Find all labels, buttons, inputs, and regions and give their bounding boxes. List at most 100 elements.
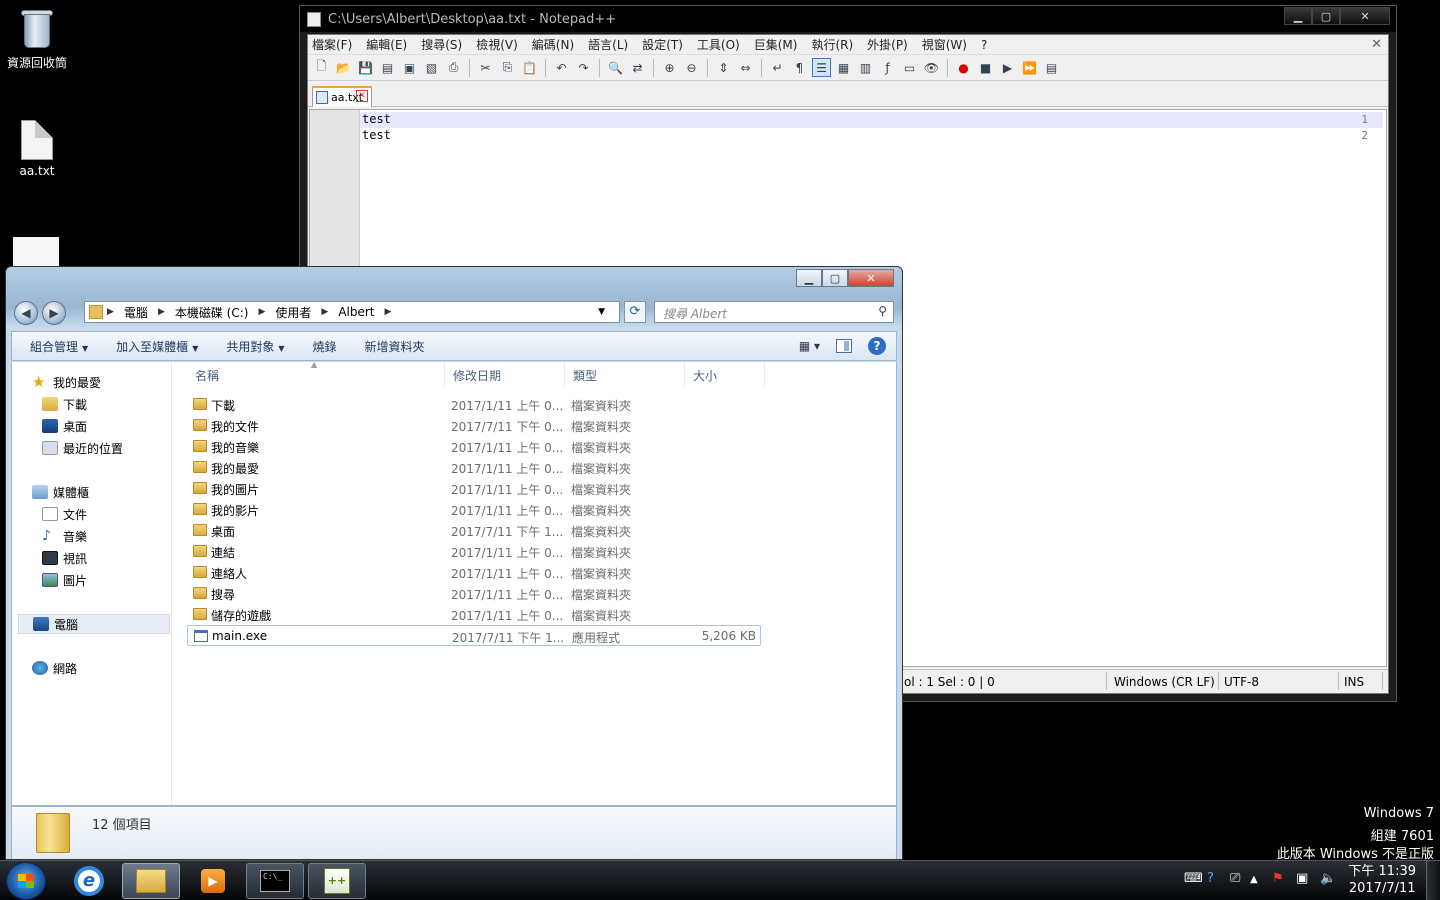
file-row-videos[interactable]: 我的影片 2017/1/11 上午 0... 檔案資料夾	[187, 499, 761, 520]
function-list-icon[interactable]: ƒ	[878, 58, 897, 77]
file-row-main-exe[interactable]: main.exe 2017/7/11 下午 1... 應用程式 5,206 KB	[187, 625, 761, 646]
breadcrumb-arrow-icon[interactable]: ▶	[258, 307, 265, 317]
file-row-searches[interactable]: 搜尋 2017/1/11 上午 0... 檔案資料夾	[187, 583, 761, 604]
help-icon[interactable]: ?	[1207, 871, 1214, 886]
close-document-icon[interactable]: ✕	[1371, 37, 1382, 52]
menu-macro[interactable]: 巨集(M)	[754, 36, 798, 53]
monitoring-icon[interactable]: 👁	[922, 58, 941, 77]
sync-vertical-icon[interactable]: ⇕	[714, 58, 733, 77]
tab-aa-txt[interactable]: aa.txt ✕	[312, 86, 372, 107]
save-icon[interactable]: 💾	[356, 58, 375, 77]
menu-plugins[interactable]: 外掛(P)	[867, 36, 908, 53]
new-file-icon[interactable]: 🗋	[312, 58, 331, 77]
nav-desktop[interactable]: 桌面	[42, 416, 87, 436]
open-file-icon[interactable]: 📂	[334, 58, 353, 77]
menu-tools[interactable]: 工具(O)	[697, 36, 740, 53]
display-icon[interactable]: ⎚	[1230, 871, 1240, 886]
breadcrumb-drive[interactable]: 本機磁碟 (C:)	[175, 304, 249, 321]
notepad-title-bar[interactable]: C:\Users\Albert\Desktop\aa.txt - Notepad…	[300, 6, 1396, 32]
nav-documents[interactable]: 文件	[42, 504, 87, 524]
include-in-library-button[interactable]: 加入至媒體櫃 ▼	[116, 338, 198, 355]
close-button[interactable]: ✕	[1340, 7, 1390, 25]
preview-pane-icon[interactable]	[836, 339, 852, 353]
replace-icon[interactable]: ⇄	[628, 58, 647, 77]
maximize-button[interactable]: ▢	[1312, 7, 1340, 25]
save-all-icon[interactable]: ▤	[378, 58, 397, 77]
volume-icon[interactable]: 🔈	[1320, 871, 1336, 886]
paste-icon[interactable]: 📋	[520, 58, 539, 77]
nav-videos[interactable]: 視訊	[42, 548, 87, 568]
minimize-button[interactable]: ▁	[1284, 7, 1312, 25]
sync-horizontal-icon[interactable]: ⇔	[736, 58, 755, 77]
back-icon[interactable]: ◀	[14, 301, 38, 325]
breadcrumb-arrow-icon[interactable]: ▶	[107, 307, 114, 317]
file-row-saved-games[interactable]: 儲存的遊戲 2017/1/11 上午 0... 檔案資料夾	[187, 604, 761, 625]
nav-libraries[interactable]: 媒體櫃	[32, 482, 89, 502]
burn-button[interactable]: 燒錄	[313, 338, 337, 355]
file-row-favorites[interactable]: 我的最愛 2017/1/11 上午 0... 檔案資料夾	[187, 457, 761, 478]
stop-macro-icon[interactable]: ■	[976, 58, 995, 77]
breadcrumb-arrow-icon[interactable]: ▶	[385, 307, 392, 317]
taskbar-media-player[interactable]: ▶	[184, 863, 242, 899]
taskbar-notepad-plus-plus[interactable]: ++	[308, 863, 366, 899]
close-button[interactable]: ✕	[848, 269, 894, 287]
show-hidden-icons-icon[interactable]: ▲	[1250, 874, 1258, 885]
share-with-button[interactable]: 共用對象 ▼	[226, 338, 284, 355]
run-macro-multiple-icon[interactable]: ⏩	[1020, 58, 1039, 77]
find-icon[interactable]: 🔍	[606, 58, 625, 77]
change-view-icon[interactable]: ▦ ▾	[799, 339, 820, 353]
folder-workspace-icon[interactable]: ▭	[900, 58, 919, 77]
file-row-pictures[interactable]: 我的圖片 2017/1/11 上午 0... 檔案資料夾	[187, 478, 761, 499]
nav-pictures[interactable]: 圖片	[42, 570, 87, 590]
redo-icon[interactable]: ↷	[574, 58, 593, 77]
search-input[interactable]: 搜尋 Albert ⚲	[654, 301, 894, 323]
file-row-downloads[interactable]: 下載 2017/1/11 上午 0... 檔案資料夾	[187, 394, 761, 415]
print-icon[interactable]: ⎙	[444, 58, 463, 77]
copy-icon[interactable]: ⎘	[498, 58, 517, 77]
code-line[interactable]: test	[362, 112, 391, 126]
address-bar[interactable]: ▶ 電腦 ▶ 本機磁碟 (C:) ▶ 使用者 ▶ Albert ▶ ▼	[84, 301, 620, 323]
close-all-icon[interactable]: ▧	[422, 58, 441, 77]
desktop-icon-aa-txt[interactable]: aa.txt	[0, 120, 74, 178]
forward-icon[interactable]: ▶	[42, 301, 66, 325]
taskbar-explorer[interactable]	[122, 863, 180, 899]
keyboard-icon[interactable]: ⌨	[1184, 871, 1203, 886]
nav-network[interactable]: 網路	[32, 658, 77, 678]
file-row-links[interactable]: 連結 2017/1/11 上午 0... 檔案資料夾	[187, 541, 761, 562]
nav-downloads[interactable]: 下載	[42, 394, 87, 414]
undo-icon[interactable]: ↶	[552, 58, 571, 77]
zoom-out-icon[interactable]: ⊖	[682, 58, 701, 77]
system-clock[interactable]: 下午 11:39 2017/7/11	[1348, 863, 1416, 897]
help-icon[interactable]: ?	[868, 337, 886, 355]
tab-close-icon[interactable]: ✕	[356, 90, 368, 102]
zoom-in-icon[interactable]: ⊕	[660, 58, 679, 77]
nav-music[interactable]: ♪ 音樂	[42, 526, 87, 546]
record-macro-icon[interactable]: ●	[954, 58, 973, 77]
breadcrumb-computer[interactable]: 電腦	[124, 304, 148, 321]
organize-button[interactable]: 組合管理 ▼	[30, 338, 88, 355]
play-macro-icon[interactable]: ▶	[998, 58, 1017, 77]
maximize-button[interactable]: ▢	[822, 269, 848, 287]
close-file-icon[interactable]: ▣	[400, 58, 419, 77]
menu-view[interactable]: 檢視(V)	[476, 36, 518, 53]
menu-run[interactable]: 執行(R)	[811, 36, 853, 53]
desktop-icon-partial[interactable]	[13, 237, 59, 269]
menu-encoding[interactable]: 編碼(N)	[532, 36, 574, 53]
start-button[interactable]	[6, 862, 46, 900]
nav-favorites[interactable]: ★ 我的最愛	[32, 372, 101, 392]
menu-language[interactable]: 語言(L)	[588, 36, 628, 53]
new-folder-button[interactable]: 新增資料夾	[365, 338, 425, 355]
code-line[interactable]: test	[362, 128, 391, 142]
word-wrap-icon[interactable]: ↵	[768, 58, 787, 77]
menu-search[interactable]: 搜尋(S)	[421, 36, 462, 53]
menu-window[interactable]: 視窗(W)	[922, 36, 967, 53]
column-header-date[interactable]: 修改日期	[445, 362, 565, 386]
nav-recent[interactable]: 最近的位置	[42, 438, 123, 458]
action-center-flag-icon[interactable]: ⚑	[1272, 871, 1284, 886]
breadcrumb-albert[interactable]: Albert	[338, 305, 374, 319]
file-row-desktop[interactable]: 桌面 2017/7/11 下午 1... 檔案資料夾	[187, 520, 761, 541]
file-row-contacts[interactable]: 連絡人 2017/1/11 上午 0... 檔案資料夾	[187, 562, 761, 583]
minimize-button[interactable]: ▁	[796, 269, 822, 287]
file-row-documents[interactable]: 我的文件 2017/7/11 下午 0... 檔案資料夾	[187, 415, 761, 436]
refresh-icon[interactable]: ⟳	[624, 301, 646, 323]
